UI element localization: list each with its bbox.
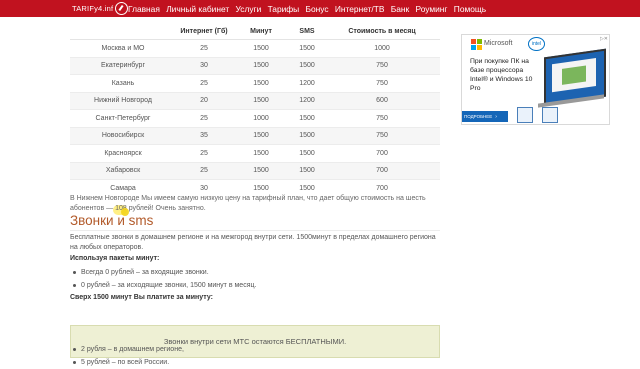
section-title: Звонки и sms (70, 213, 154, 228)
cell-sms: 1500 (290, 109, 324, 127)
nav-services[interactable]: Услуги (236, 4, 262, 14)
cell-city: Хабаровск (70, 161, 176, 180)
cell-minutes: 1500 (232, 56, 290, 75)
list-item: 5 рублей – по всей России. (70, 356, 430, 369)
list-item: 0 рублей – за исходящие звонки, 1500 мин… (70, 279, 430, 292)
cell-city: Москва и МО (70, 39, 176, 57)
table-row: Новосибирск 35 1500 1500 750 (70, 126, 440, 145)
cell-internet: 20 (176, 91, 232, 110)
section-divider (70, 230, 440, 231)
cell-sms: 1500 (290, 126, 324, 145)
cell-minutes: 1500 (232, 126, 290, 145)
header-city (70, 23, 176, 40)
packages-list: Всегда 0 рублей – за входящие звонки. 0 … (70, 266, 430, 292)
cell-sms: 1500 (290, 56, 324, 75)
cell-minutes: 1500 (232, 39, 290, 57)
nav-internet-tv[interactable]: Интернет/ТВ (335, 4, 385, 14)
header-sms: SMS (290, 23, 324, 40)
cell-city: Казань (70, 74, 176, 92)
cell-cost: 750 (324, 109, 440, 127)
table-header-row: Интернет (Гб) Минут SMS Стоимость в меся… (70, 23, 440, 40)
nav-roaming[interactable]: Роуминг (416, 4, 448, 14)
top-navigation-bar: TARIFy4.inf Главная Личный кабинет Услуг… (0, 0, 640, 17)
cell-internet: 25 (176, 39, 232, 57)
over-limit-list: 2 рубля – в домашнем регионе, 5 рублей –… (70, 343, 430, 369)
list-item: Всегда 0 рублей – за входящие звонки. (70, 266, 430, 279)
nav-account[interactable]: Личный кабинет (166, 4, 229, 14)
table-row: Санкт-Петербург 25 1000 1500 750 (70, 109, 440, 127)
section-paragraph: Бесплатные звонки в домашнем регионе и н… (70, 234, 436, 251)
cell-city: Нижний Новгород (70, 91, 176, 110)
cell-cost: 750 (324, 126, 440, 145)
cell-cost: 700 (324, 144, 440, 162)
microsoft-logo-icon (471, 39, 482, 50)
cell-minutes: 1000 (232, 109, 290, 127)
cell-internet: 25 (176, 144, 232, 162)
ad-close-icon[interactable]: ▷✕ (600, 36, 608, 42)
note-text-end: рублей! Очень занятно. (126, 205, 206, 212)
cell-city: Новосибирск (70, 126, 176, 145)
nav-help[interactable]: Помощь (454, 4, 486, 14)
list-item: 2 рубля – в домашнем регионе, (70, 343, 430, 356)
cell-minutes: 1500 (232, 74, 290, 92)
intel-inside-badge-icon (517, 107, 533, 123)
header-minutes: Минут (232, 23, 290, 40)
site-logo[interactable]: TARIFy4.inf (72, 2, 129, 15)
cell-city: Екатеринбург (70, 56, 176, 75)
cursor-highlight-icon (121, 208, 129, 216)
nav-tariffs[interactable]: Тарифы (268, 4, 300, 14)
site-logo-text: TARIFy4.inf (72, 4, 114, 13)
cell-sms: 1200 (290, 74, 324, 92)
ad-brand: Microsoft (484, 40, 513, 47)
ad-more-button[interactable]: ПОДРОБНЕЕ › (462, 111, 508, 122)
table-row: Хабаровск 25 1500 1500 700 (70, 161, 440, 180)
tariff-table: Интернет (Гб) Минут SMS Стоимость в меся… (70, 23, 440, 197)
packages-heading: Используя пакеты минут: (70, 255, 160, 262)
ad-text: При покупке ПК на базе процессора Intel®… (470, 58, 533, 92)
article-content: Интернет (Гб) Минут SMS Стоимость в меся… (70, 17, 440, 366)
over-limit-heading: Сверх 1500 минут Вы платите за минуту: (70, 294, 213, 301)
table-row: Нижний Новгород 20 1500 1200 600 (70, 91, 440, 110)
table-row: Москва и МО 25 1500 1500 1000 (70, 39, 440, 57)
cell-cost: 1000 (324, 39, 440, 57)
cell-sms: 1500 (290, 144, 324, 162)
table-row: Казань 25 1500 1200 750 (70, 74, 440, 92)
cell-cost: 600 (324, 91, 440, 110)
cell-internet: 25 (176, 74, 232, 92)
cell-internet: 25 (176, 109, 232, 127)
nav-home[interactable]: Главная (128, 4, 160, 14)
cell-minutes: 1500 (232, 161, 290, 180)
cell-minutes: 1500 (232, 91, 290, 110)
table-row: Красноярск 25 1500 1500 700 (70, 144, 440, 162)
cell-sms: 1200 (290, 91, 324, 110)
ad-button-label: ПОДРОБНЕЕ (464, 114, 493, 119)
logo-badge-icon (115, 2, 129, 15)
advertisement-banner[interactable]: Microsoft intel При покупке ПК на базе п… (461, 34, 610, 125)
intel-core-badge-icon (542, 107, 558, 123)
nav-bank[interactable]: Банк (391, 4, 409, 14)
cell-cost: 750 (324, 56, 440, 75)
cell-internet: 30 (176, 56, 232, 75)
cell-city: Санкт-Петербург (70, 109, 176, 127)
cell-internet: 35 (176, 126, 232, 145)
cell-cost: 750 (324, 74, 440, 92)
cell-city: Красноярск (70, 144, 176, 162)
cell-internet: 25 (176, 161, 232, 180)
ad-button-arrow-icon: › (495, 114, 497, 120)
cell-cost: 700 (324, 161, 440, 180)
table-row: Екатеринбург 30 1500 1500 750 (70, 56, 440, 75)
intel-logo-icon: intel (528, 37, 545, 51)
cell-sms: 1500 (290, 161, 324, 180)
main-menu: Главная Личный кабинет Услуги Тарифы Бон… (128, 0, 492, 17)
cell-minutes: 1500 (232, 144, 290, 162)
nav-bonus[interactable]: Бонус (306, 4, 329, 14)
header-cost: Стоимость в месяц (324, 23, 440, 40)
cell-sms: 1500 (290, 39, 324, 57)
header-internet: Интернет (Гб) (176, 23, 232, 40)
